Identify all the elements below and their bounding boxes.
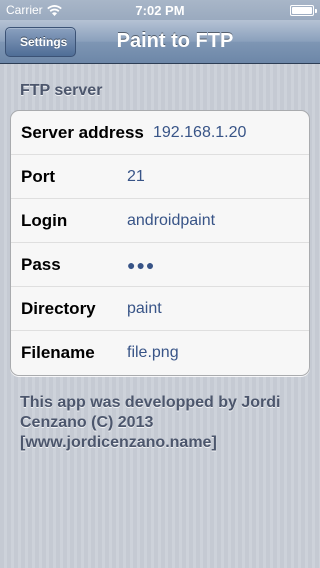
directory-field[interactable]: paint [127,300,162,318]
navigation-bar: Settings Paint to FTP [0,20,320,64]
filename-field[interactable]: file.png [127,344,179,362]
pass-row[interactable]: Pass ●●● [11,243,309,287]
status-left: Carrier [6,3,62,17]
pass-label: Pass [21,254,61,274]
section-header-ftp-server: FTP server [20,82,103,99]
wifi-icon [46,4,62,16]
page-title: Paint to FTP [116,30,234,52]
login-field[interactable]: androidpaint [127,212,215,230]
server-address-label: Server address [21,122,144,142]
port-row[interactable]: Port 21 [11,155,309,199]
port-field[interactable]: 21 [127,168,145,186]
battery-icon [290,4,317,16]
credits-footer: This app was developped by Jordi Cenzano… [20,394,281,451]
status-bar: Carrier 7:02 PM [0,0,320,20]
filename-row[interactable]: Filename file.png [11,331,309,375]
battery-fill [292,6,312,14]
pass-field[interactable]: ●●● [127,257,155,273]
login-label: Login [21,210,68,230]
status-right [290,4,317,16]
server-address-row[interactable]: Server address 192.168.1.20 [11,111,309,155]
ftp-settings-group: Server address 192.168.1.20 Port 21 Logi… [10,110,310,376]
login-row[interactable]: Login androidpaint [11,199,309,243]
directory-label: Directory [21,298,96,318]
server-address-field[interactable]: 192.168.1.20 [153,124,246,142]
settings-back-button[interactable]: Settings [5,27,77,57]
carrier-label: Carrier [6,3,43,17]
filename-label: Filename [21,343,95,362]
port-label: Port [21,166,55,186]
directory-row[interactable]: Directory paint [11,287,309,331]
